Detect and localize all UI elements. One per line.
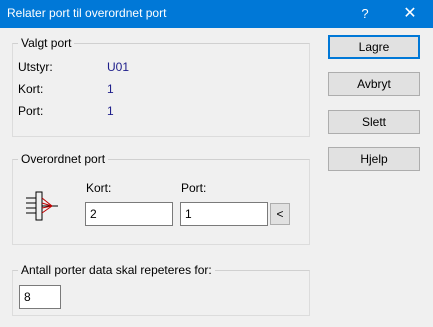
port-label: Port: bbox=[18, 104, 44, 118]
title-bar: Relater port til overordnet port ? ✕ bbox=[0, 0, 433, 28]
close-icon[interactable]: ✕ bbox=[395, 0, 425, 28]
repeat-legend: Antall porter data skal repeteres for: bbox=[18, 263, 215, 277]
help-button[interactable]: Hjelp bbox=[328, 147, 420, 171]
window-title: Relater port til overordnet port bbox=[7, 6, 167, 20]
equipment-label: Utstyr: bbox=[18, 60, 53, 74]
equipment-value: U01 bbox=[107, 60, 130, 74]
selected-port-group bbox=[12, 43, 310, 137]
card-label: Kort: bbox=[18, 82, 44, 96]
selected-port-legend: Valgt port bbox=[18, 36, 75, 50]
port-connector-icon bbox=[26, 191, 58, 221]
save-button[interactable]: Lagre bbox=[328, 35, 420, 59]
parent-port-input[interactable]: 1 bbox=[180, 202, 268, 226]
parent-card-label: Kort: bbox=[86, 181, 112, 195]
card-value: 1 bbox=[107, 82, 114, 96]
delete-button[interactable]: Slett bbox=[328, 110, 420, 134]
parent-port-legend: Overordnet port bbox=[18, 152, 109, 166]
repeat-count-input[interactable]: 8 bbox=[19, 285, 61, 309]
pick-port-button[interactable]: < bbox=[270, 203, 290, 225]
parent-port-label: Port: bbox=[181, 181, 207, 195]
help-icon[interactable]: ? bbox=[350, 0, 380, 28]
parent-card-input[interactable]: 2 bbox=[85, 202, 173, 226]
port-value: 1 bbox=[107, 104, 114, 118]
cancel-button[interactable]: Avbryt bbox=[328, 72, 420, 96]
